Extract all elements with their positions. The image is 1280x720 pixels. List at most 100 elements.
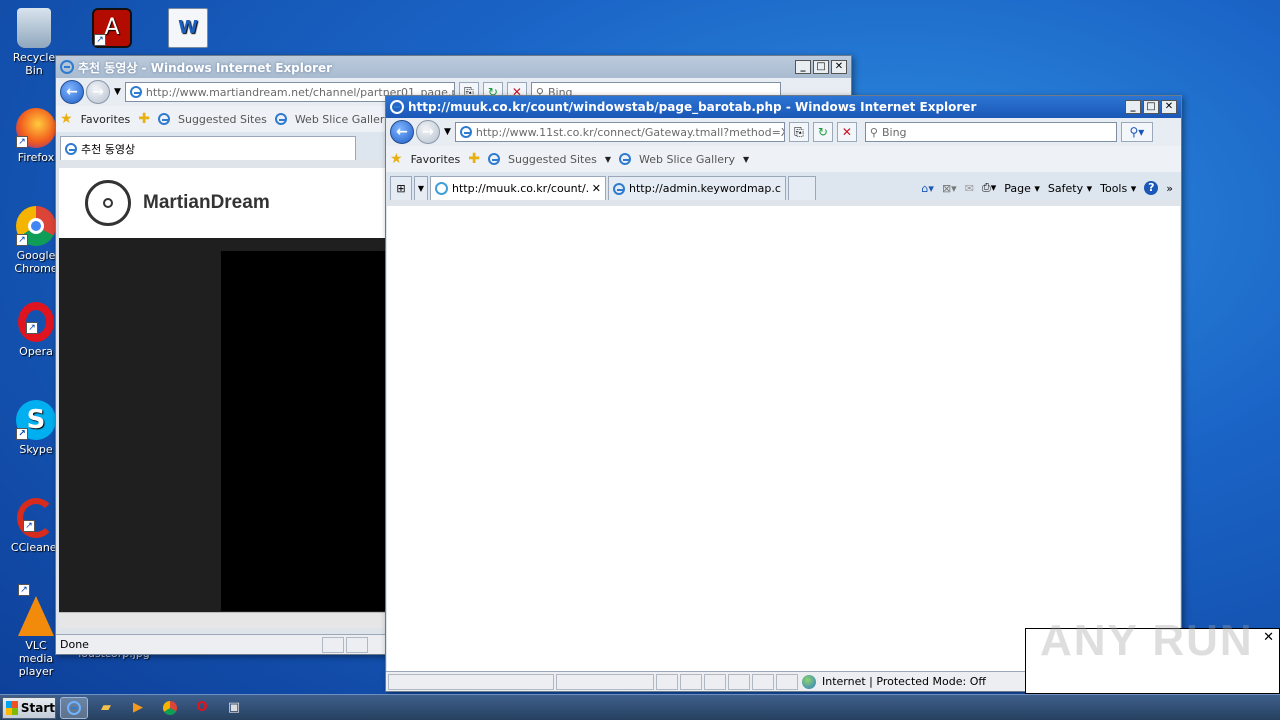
forward-button[interactable]: → bbox=[416, 120, 440, 144]
close-icon[interactable]: ✕ bbox=[1263, 630, 1274, 645]
address-bar[interactable]: http://www.11st.co.kr/connect/Gateway.tm… bbox=[454, 122, 785, 142]
home-icon[interactable]: ⌂▾ bbox=[921, 182, 934, 195]
more-commands-icon[interactable]: » bbox=[1166, 182, 1173, 195]
suggested-sites-link[interactable]: Suggested Sites bbox=[178, 113, 267, 126]
maximize-button[interactable]: □ bbox=[1143, 100, 1159, 114]
taskbar-window-icon[interactable]: ▣ bbox=[220, 697, 248, 719]
shortcut-arrow-icon: ↗ bbox=[16, 428, 28, 440]
shortcut-arrow-icon: ↗ bbox=[16, 234, 28, 246]
new-tab-button[interactable] bbox=[788, 176, 816, 200]
safety-menu[interactable]: Safety ▾ bbox=[1048, 182, 1092, 195]
word-document-icon: W bbox=[168, 8, 208, 48]
chevron-down-icon[interactable]: ▼ bbox=[605, 155, 611, 164]
tab-list-icon[interactable]: ▼ bbox=[414, 176, 428, 200]
back-button[interactable]: ← bbox=[390, 120, 414, 144]
tab-muuk[interactable]: http://muuk.co.kr/count/... ✕ bbox=[430, 176, 606, 200]
close-tab-icon[interactable]: ✕ bbox=[592, 182, 601, 195]
taskbar-chrome-icon[interactable] bbox=[156, 697, 184, 719]
skype-icon: S ↗ bbox=[16, 400, 56, 440]
feeds-icon[interactable]: ⊠▾ bbox=[942, 182, 957, 195]
help-icon[interactable]: ? bbox=[1144, 181, 1159, 195]
print-icon[interactable]: ⎙▾ bbox=[982, 181, 996, 195]
minimize-button[interactable]: _ bbox=[795, 60, 811, 74]
navigation-bar: ← → ▼ http://www.11st.co.kr/connect/Gate… bbox=[386, 118, 1181, 146]
site-logo-text[interactable]: MartianDream bbox=[143, 192, 270, 214]
mail-icon[interactable]: ✉ bbox=[965, 182, 974, 195]
stop-icon[interactable]: ✕ bbox=[836, 122, 857, 142]
window-title: http://muuk.co.kr/count/windowstab/page_… bbox=[408, 100, 977, 114]
desktop-icon-label: Skype bbox=[19, 443, 53, 456]
tab-recommended-video[interactable]: 추천 동영상 bbox=[60, 136, 356, 160]
search-button[interactable]: ⚲▾ bbox=[1120, 122, 1153, 142]
desktop-icon-label: CCleaner bbox=[10, 541, 62, 554]
taskbar-explorer-icon[interactable]: ▰ bbox=[92, 697, 120, 719]
add-favorite-icon[interactable]: ✚ bbox=[138, 111, 150, 127]
favorites-bar: ★ Favorites ✚ Suggested Sites ▼ Web Slic… bbox=[386, 146, 1181, 172]
tab-strip: ⊞ ▼ http://muuk.co.kr/count/... ✕ http:/… bbox=[386, 172, 1181, 200]
page-content bbox=[387, 206, 1180, 671]
tools-menu[interactable]: Tools ▾ bbox=[1100, 182, 1136, 195]
page-icon bbox=[459, 126, 472, 138]
desktop-icon-recycle-bin[interactable]: Recycle Bin bbox=[6, 8, 62, 77]
desktop-icon-label: Google Chrome bbox=[14, 249, 58, 275]
search-input[interactable]: ⚲ Bing bbox=[864, 122, 1117, 142]
refresh-icon[interactable]: ↻ bbox=[812, 122, 833, 142]
close-button[interactable]: ✕ bbox=[1161, 100, 1177, 114]
recent-pages-icon[interactable]: ▼ bbox=[444, 127, 451, 137]
search-glass-icon: ⚲ bbox=[869, 125, 878, 139]
suggested-sites-link[interactable]: Suggested Sites bbox=[508, 153, 597, 166]
compatibility-view-icon[interactable]: ⎘ bbox=[788, 122, 809, 142]
minimize-button[interactable]: _ bbox=[1125, 100, 1141, 114]
zone-status-text[interactable]: Internet | Protected Mode: Off bbox=[822, 675, 986, 688]
desktop-icon-acrobat[interactable]: A ↗ bbox=[84, 8, 140, 51]
suggested-sites-icon bbox=[488, 153, 500, 165]
favorites-star-icon: ★ bbox=[390, 151, 403, 167]
chrome-icon: ↗ bbox=[16, 206, 56, 246]
address-text: http://www.11st.co.kr/connect/Gateway.tm… bbox=[475, 125, 785, 139]
film-reel-logo-icon bbox=[85, 180, 131, 226]
web-slice-gallery-link[interactable]: Web Slice Gallery bbox=[295, 113, 391, 126]
command-bar: ⌂▾ ⊠▾ ✉ ⎙▾ Page ▾ Safety ▾ Tools ▾ ? » bbox=[921, 176, 1177, 200]
recycle-bin-icon bbox=[17, 8, 51, 48]
back-button[interactable]: ← bbox=[60, 80, 84, 104]
shortcut-arrow-icon: ↗ bbox=[18, 584, 30, 596]
favorites-button[interactable]: Favorites bbox=[81, 113, 131, 126]
internet-zone-icon bbox=[802, 674, 816, 689]
web-slice-gallery-link[interactable]: Web Slice Gallery bbox=[639, 153, 735, 166]
tab-label: http://admin.keywordmap.c... bbox=[629, 182, 781, 195]
taskbar-media-player-icon[interactable]: ▶ bbox=[124, 697, 152, 719]
favorites-button[interactable]: Favorites bbox=[411, 153, 461, 166]
shortcut-arrow-icon: ↗ bbox=[94, 34, 106, 46]
quick-tabs-icon[interactable]: ⊞ bbox=[390, 176, 412, 200]
tab-ie-icon bbox=[613, 182, 625, 195]
recent-pages-icon[interactable]: ▼ bbox=[114, 87, 121, 97]
title-bar[interactable]: 추천 동영상 - Windows Internet Explorer _ □ ✕ bbox=[56, 56, 851, 78]
title-bar[interactable]: http://muuk.co.kr/count/windowstab/page_… bbox=[386, 96, 1181, 118]
taskbar-ie-icon[interactable] bbox=[60, 696, 88, 719]
page-menu[interactable]: Page ▾ bbox=[1004, 182, 1040, 195]
progress-bar bbox=[556, 673, 654, 690]
search-placeholder: Bing bbox=[881, 125, 907, 139]
page-icon bbox=[129, 86, 142, 98]
loading-icon bbox=[435, 182, 448, 195]
chevron-down-icon[interactable]: ▼ bbox=[743, 155, 749, 164]
taskbar-opera-icon[interactable]: O bbox=[188, 697, 216, 719]
start-button[interactable]: Start bbox=[2, 696, 56, 719]
tab-ie-icon bbox=[65, 142, 77, 155]
shortcut-arrow-icon: ↗ bbox=[23, 520, 35, 532]
favorites-star-icon: ★ bbox=[60, 111, 73, 127]
tab-keywordmap[interactable]: http://admin.keywordmap.c... bbox=[608, 176, 786, 200]
window-title: 추천 동영상 - Windows Internet Explorer bbox=[78, 60, 333, 75]
tab-label: http://muuk.co.kr/count/... bbox=[452, 182, 588, 195]
ie-window-front[interactable]: http://muuk.co.kr/count/windowstab/page_… bbox=[385, 95, 1182, 692]
tab-label: 추천 동영상 bbox=[81, 142, 136, 156]
close-button[interactable]: ✕ bbox=[831, 60, 847, 74]
desktop-icon-label: Opera bbox=[19, 345, 53, 358]
add-favorite-icon[interactable]: ✚ bbox=[468, 151, 480, 167]
forward-button[interactable]: → bbox=[86, 80, 110, 104]
status-text: Done bbox=[60, 638, 89, 651]
desktop-icon-label: VLC media player bbox=[18, 639, 54, 678]
maximize-button[interactable]: □ bbox=[813, 60, 829, 74]
ie-logo-icon bbox=[60, 60, 74, 74]
desktop-icon-word[interactable]: W bbox=[160, 8, 216, 51]
